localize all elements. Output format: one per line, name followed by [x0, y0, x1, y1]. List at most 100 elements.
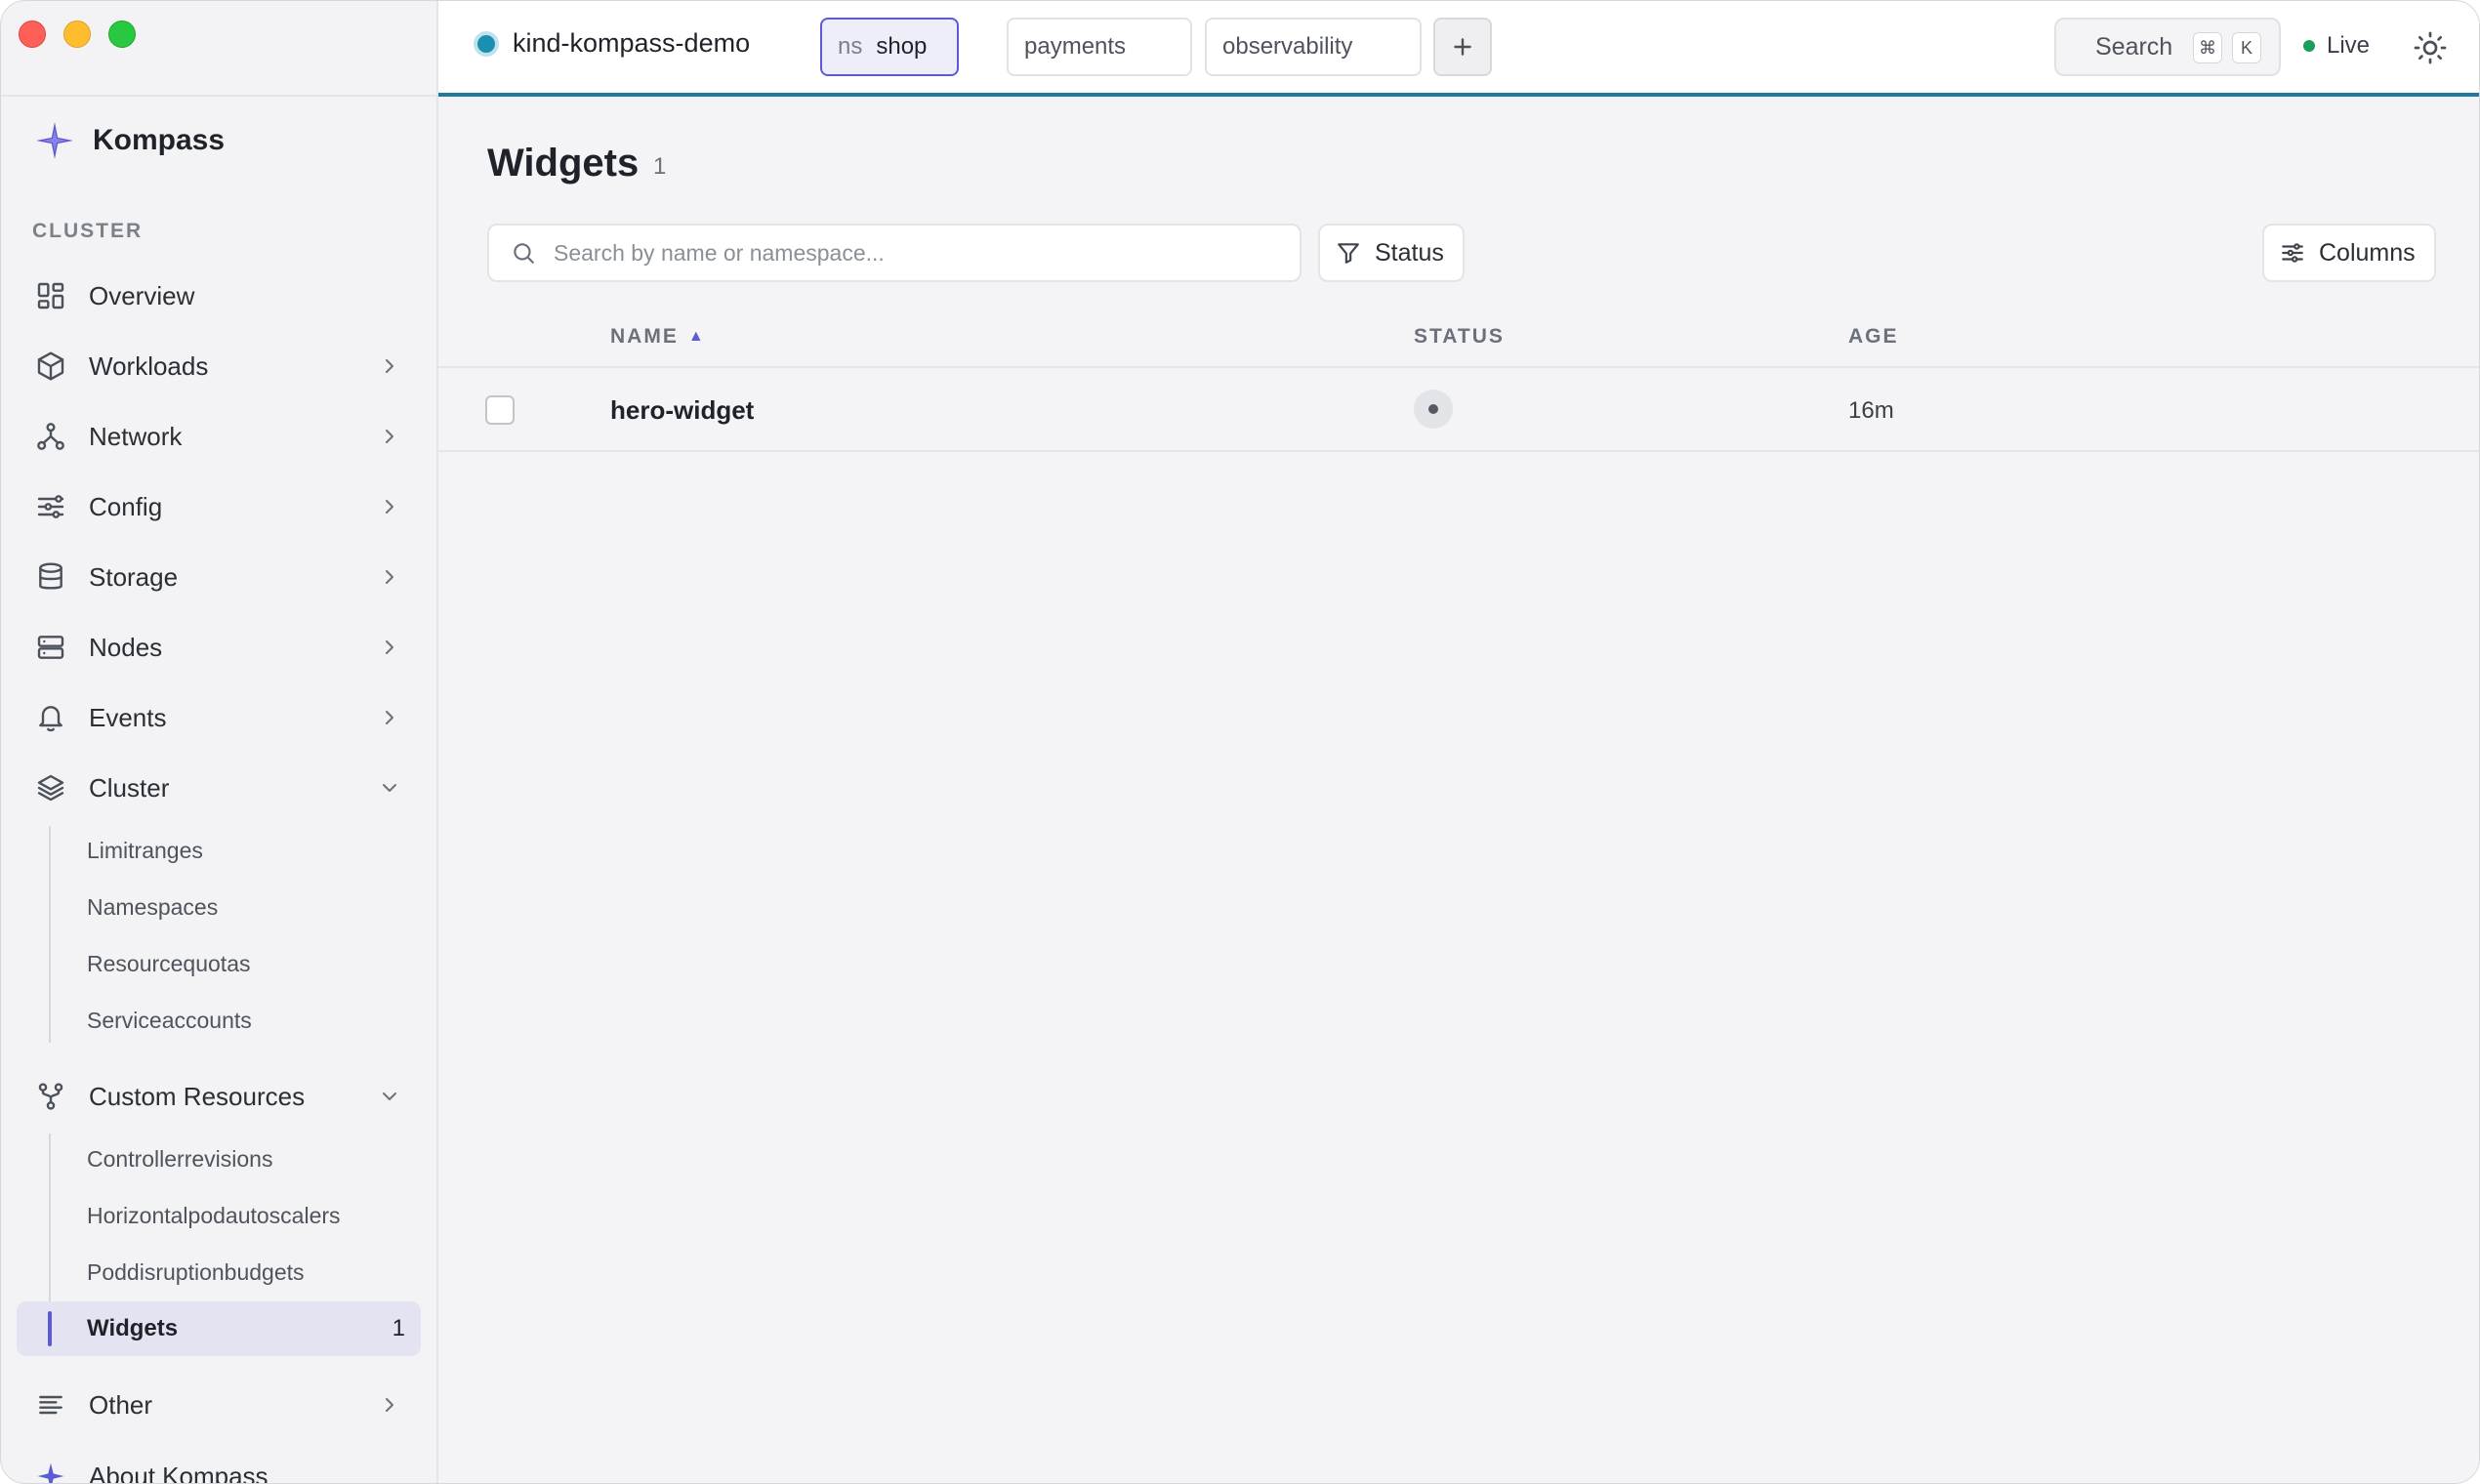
sidebar-subitem-horizontalpodautoscalers[interactable]: Horizontalpodautoscalers [87, 1203, 341, 1229]
chevron-right-icon [378, 706, 401, 729]
row-checkbox[interactable] [485, 395, 515, 425]
sidebar-item-custom-resources[interactable]: Custom Resources [17, 1068, 421, 1125]
kbd-cmd: ⌘ [2193, 32, 2222, 63]
sidebar-subitem-limitranges[interactable]: Limitranges [87, 838, 203, 864]
context-status-dot [474, 30, 499, 57]
row-status-indicator [1414, 390, 1453, 429]
sidebar-subitem-serviceaccounts[interactable]: Serviceaccounts [87, 1008, 252, 1034]
chevron-right-icon [378, 354, 401, 378]
sidebar-item-label: Overview [89, 280, 195, 310]
chevron-down-icon [378, 1085, 401, 1108]
sidebar-subitem-label: Widgets [87, 1315, 179, 1341]
search-icon [514, 243, 534, 264]
sidebar-divider [1, 95, 438, 97]
sidebar: Kompass CLUSTER Overview Workloads Netwo… [1, 1, 438, 1484]
column-header-name[interactable]: NAME ▲ [610, 325, 706, 349]
brand-name: Kompass [93, 124, 226, 156]
sidebar-item-label: Custom Resources [89, 1081, 306, 1111]
column-header-age[interactable]: AGE [1848, 325, 1899, 349]
database-icon [34, 560, 67, 594]
namespace-chip-payments[interactable]: payments [1007, 18, 1192, 76]
sidebar-item-label: Config [89, 491, 163, 521]
app-window: Kompass CLUSTER Overview Workloads Netwo… [0, 0, 2480, 1484]
plus-icon [1454, 38, 1471, 56]
sidebar-subitem-widgets[interactable]: Widgets 1 [17, 1301, 421, 1356]
sidebar-item-nodes[interactable]: Nodes [17, 619, 421, 676]
row-name[interactable]: hero-widget [610, 395, 754, 426]
sidebar-item-storage[interactable]: Storage [17, 549, 421, 605]
sidebar-item-label: Network [89, 421, 183, 451]
topbar: kind-kompass-demo ns shop payments obser… [438, 1, 2479, 97]
sidebar-subitem-resourcequotas[interactable]: Resourcequotas [87, 951, 251, 977]
sidebar-item-label: Storage [89, 561, 179, 592]
sidebar-item-label: Cluster [89, 772, 170, 803]
network-icon [34, 420, 67, 453]
namespace-chip-shop[interactable]: ns shop [820, 18, 959, 76]
close-window-button[interactable] [19, 21, 46, 48]
sidebar-item-label: Events [89, 702, 167, 732]
sidebar-item-label: About Kompass [89, 1461, 269, 1484]
sliders-icon [34, 490, 67, 523]
sidebar-subitem-poddisruptionbudgets[interactable]: Poddisruptionbudgets [87, 1259, 305, 1286]
sidebar-item-overview[interactable]: Overview [17, 268, 421, 324]
column-header-label: STATUS [1414, 325, 1505, 348]
sidebar-item-label: Nodes [89, 632, 163, 662]
row-age: 16m [1848, 397, 1894, 424]
sidebar-item-about[interactable]: About Kompass [17, 1448, 421, 1484]
layers-icon [34, 771, 67, 804]
filter-icon [1338, 243, 1359, 264]
chevron-right-icon [378, 636, 401, 659]
grid-icon [34, 279, 67, 312]
search-input[interactable] [554, 239, 1276, 267]
cube-icon [34, 350, 67, 383]
columns-label: Columns [2319, 238, 2416, 267]
status-filter-label: Status [1375, 238, 1444, 267]
zoom-window-button[interactable] [108, 21, 136, 48]
star-icon [34, 1460, 67, 1483]
command-search-label: Search [2095, 32, 2173, 61]
sidebar-item-config[interactable]: Config [17, 478, 421, 535]
status-filter-button[interactable]: Status [1318, 224, 1465, 282]
sidebar-item-network[interactable]: Network [17, 408, 421, 465]
list-icon [34, 1388, 67, 1422]
active-indicator [48, 1311, 52, 1346]
live-dot [2303, 40, 2315, 52]
columns-button[interactable]: Columns [2262, 224, 2436, 282]
live-indicator[interactable]: Live [2303, 32, 2370, 60]
namespace-prefix: ns [838, 33, 863, 60]
sliders-icon [2282, 243, 2303, 263]
compass-star-icon [36, 122, 73, 159]
command-search-button[interactable]: Search ⌘ K [2054, 18, 2281, 76]
sidebar-item-label: Workloads [89, 350, 209, 381]
sidebar-subitem-controllerrevisions[interactable]: Controllerrevisions [87, 1146, 272, 1173]
sidebar-item-other[interactable]: Other [17, 1377, 421, 1433]
chevron-right-icon [378, 565, 401, 589]
page-title: Widgets [487, 142, 640, 185]
sidebar-subitem-count: 1 [392, 1315, 405, 1341]
sidebar-item-workloads[interactable]: Workloads [17, 338, 421, 394]
add-namespace-button[interactable] [1433, 18, 1492, 76]
brand[interactable]: Kompass [34, 120, 225, 161]
resource-search[interactable] [487, 224, 1302, 282]
theme-toggle-button[interactable] [2413, 30, 2448, 65]
table-row[interactable]: hero-widget 16m [438, 368, 2479, 452]
chevron-right-icon [378, 1393, 401, 1417]
sidebar-item-label: Other [89, 1389, 153, 1420]
kbd-k: K [2232, 32, 2261, 63]
sidebar-item-events[interactable]: Events [17, 689, 421, 746]
chevron-right-icon [378, 495, 401, 518]
sidebar-item-cluster[interactable]: Cluster [17, 760, 421, 816]
bell-icon [34, 701, 67, 734]
window-controls [19, 21, 136, 48]
sun-icon [2414, 31, 2447, 64]
submenu-guide-line [49, 826, 51, 1043]
namespace-chip-observability[interactable]: observability [1205, 18, 1422, 76]
column-header-label: AGE [1848, 325, 1899, 348]
sort-ascending-icon: ▲ [687, 328, 706, 345]
column-header-status[interactable]: STATUS [1414, 325, 1505, 349]
sidebar-subitem-namespaces[interactable]: Namespaces [87, 894, 218, 921]
git-fork-icon [34, 1080, 67, 1113]
minimize-window-button[interactable] [63, 21, 91, 48]
column-header-label: NAME [610, 325, 679, 348]
cluster-context[interactable]: kind-kompass-demo [474, 28, 750, 59]
